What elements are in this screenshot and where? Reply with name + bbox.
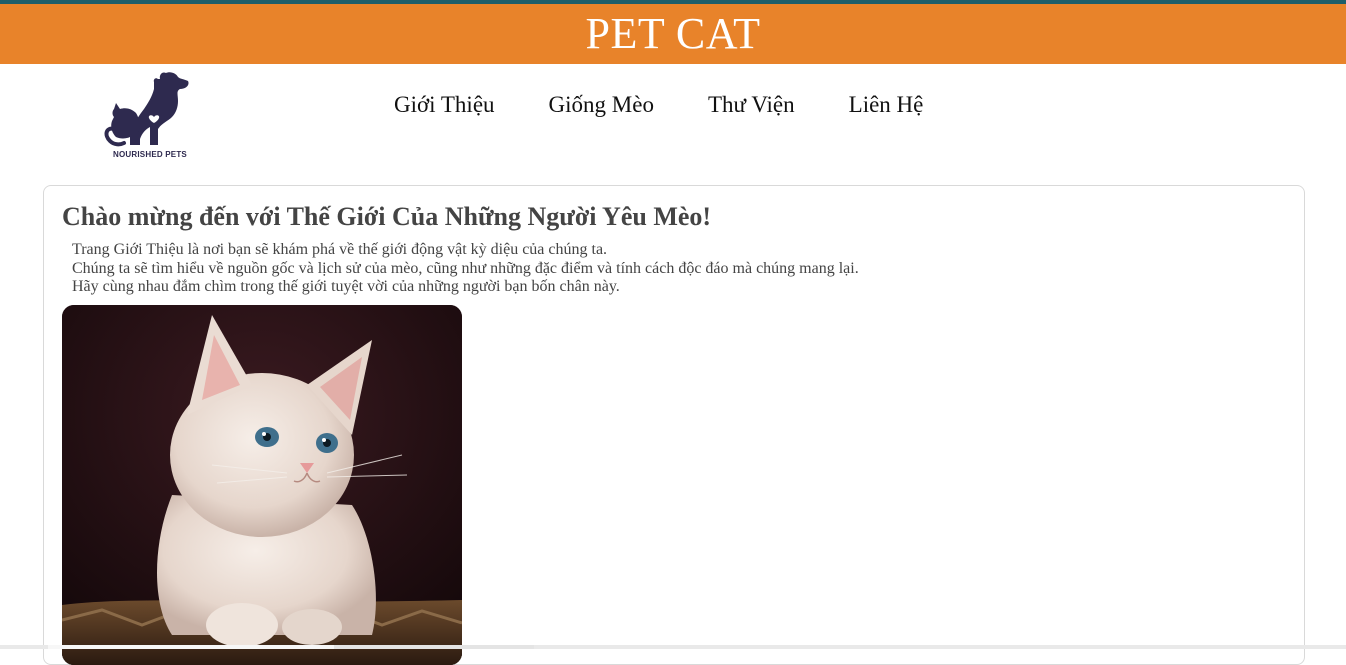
intro-card: Chào mừng đến với Thế Giới Của Những Ngư… <box>43 185 1305 665</box>
nav-item-giong-meo[interactable]: Giống Mèo <box>549 88 654 122</box>
nav-item-lien-he[interactable]: Liên Hệ <box>849 88 924 122</box>
intro-line: Trang Giới Thiệu là nơi bạn sẽ khám phá … <box>72 241 608 258</box>
site-banner: PET CAT <box>0 4 1346 64</box>
kitten-photo <box>62 305 462 665</box>
intro-paragraph: Trang Giới Thiệu là nơi bạn sẽ khám phá … <box>72 241 859 297</box>
site-title: PET CAT <box>585 9 761 58</box>
nav-item-gioi-thieu[interactable]: Giới Thiệu <box>394 88 495 122</box>
intro-line: Chúng ta sẽ tìm hiểu về nguồn gốc và lịc… <box>72 259 859 277</box>
main-nav: Giới Thiệu Giống Mèo Thư Viện Liên Hệ <box>394 88 923 122</box>
nav-item-thu-vien[interactable]: Thư Viện <box>708 88 795 122</box>
bottom-scrollbar-strip <box>0 645 1346 649</box>
white-kitten-image <box>62 305 462 665</box>
intro-line: Hãy cùng nhau đắm chìm trong thế giới tu… <box>72 278 620 295</box>
site-logo[interactable]: NOURISHED PETS <box>104 67 200 163</box>
page-title: Chào mừng đến với Thế Giới Của Những Ngư… <box>62 202 712 231</box>
dog-cat-heart-icon <box>104 72 189 147</box>
logo-text: NOURISHED PETS <box>113 150 187 159</box>
